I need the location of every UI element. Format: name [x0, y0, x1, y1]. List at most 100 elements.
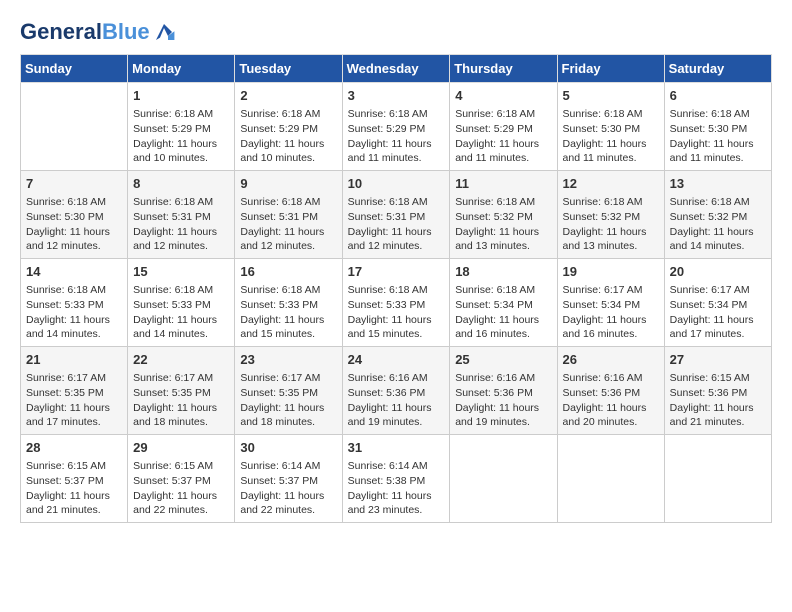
day-number: 15 — [133, 263, 229, 281]
day-info: Sunrise: 6:17 AM Sunset: 5:34 PM Dayligh… — [563, 283, 659, 342]
day-info: Sunrise: 6:18 AM Sunset: 5:33 PM Dayligh… — [240, 283, 336, 342]
logo-icon — [152, 20, 176, 44]
day-info: Sunrise: 6:18 AM Sunset: 5:31 PM Dayligh… — [240, 195, 336, 254]
day-info: Sunrise: 6:18 AM Sunset: 5:29 PM Dayligh… — [455, 107, 551, 166]
day-info: Sunrise: 6:16 AM Sunset: 5:36 PM Dayligh… — [348, 371, 445, 430]
day-number: 8 — [133, 175, 229, 193]
col-header-monday: Monday — [128, 55, 235, 83]
day-number: 21 — [26, 351, 122, 369]
calendar-cell: 4 Sunrise: 6:18 AM Sunset: 5:29 PM Daylig… — [450, 83, 557, 171]
day-info: Sunrise: 6:17 AM Sunset: 5:35 PM Dayligh… — [240, 371, 336, 430]
calendar-cell: 19 Sunrise: 6:17 AM Sunset: 5:34 PM Dayli… — [557, 259, 664, 347]
calendar-cell: 31 Sunrise: 6:14 AM Sunset: 5:38 PM Dayli… — [342, 434, 450, 522]
day-info: Sunrise: 6:18 AM Sunset: 5:33 PM Dayligh… — [26, 283, 122, 342]
day-info: Sunrise: 6:16 AM Sunset: 5:36 PM Dayligh… — [455, 371, 551, 430]
day-number: 16 — [240, 263, 336, 281]
calendar-cell: 9Sunrise: 6:18 AM Sunset: 5:31 PM Daylig… — [235, 171, 342, 259]
logo: GeneralBlue — [20, 20, 176, 44]
day-info: Sunrise: 6:18 AM Sunset: 5:34 PM Dayligh… — [455, 283, 551, 342]
day-number: 1 — [133, 87, 229, 105]
day-info: Sunrise: 6:18 AM Sunset: 5:30 PM Dayligh… — [563, 107, 659, 166]
day-number: 27 — [670, 351, 766, 369]
calendar-cell: 2Sunrise: 6:18 AM Sunset: 5:29 PM Daylig… — [235, 83, 342, 171]
day-number: 11 — [455, 175, 551, 193]
day-number: 2 — [240, 87, 336, 105]
day-info: Sunrise: 6:15 AM Sunset: 5:37 PM Dayligh… — [133, 459, 229, 518]
calendar-week-5: 28 Sunrise: 6:15 AM Sunset: 5:37 PM Dayli… — [21, 434, 772, 522]
calendar-cell — [21, 83, 128, 171]
calendar-cell: 6 Sunrise: 6:18 AM Sunset: 5:30 PM Daylig… — [664, 83, 771, 171]
calendar-cell: 27 Sunrise: 6:15 AM Sunset: 5:36 PM Dayli… — [664, 347, 771, 435]
day-number: 3 — [348, 87, 445, 105]
calendar-cell: 18 Sunrise: 6:18 AM Sunset: 5:34 PM Dayli… — [450, 259, 557, 347]
day-info: Sunrise: 6:17 AM Sunset: 5:34 PM Dayligh… — [670, 283, 766, 342]
day-info: Sunrise: 6:14 AM Sunset: 5:37 PM Dayligh… — [240, 459, 336, 518]
calendar-week-2: 7Sunrise: 6:18 AM Sunset: 5:30 PM Daylig… — [21, 171, 772, 259]
calendar-cell: 21Sunrise: 6:17 AM Sunset: 5:35 PM Dayli… — [21, 347, 128, 435]
calendar-cell — [450, 434, 557, 522]
day-number: 13 — [670, 175, 766, 193]
day-number: 23 — [240, 351, 336, 369]
day-info: Sunrise: 6:16 AM Sunset: 5:36 PM Dayligh… — [563, 371, 659, 430]
day-info: Sunrise: 6:15 AM Sunset: 5:37 PM Dayligh… — [26, 459, 122, 518]
day-info: Sunrise: 6:14 AM Sunset: 5:38 PM Dayligh… — [348, 459, 445, 518]
day-number: 18 — [455, 263, 551, 281]
calendar-cell: 14 Sunrise: 6:18 AM Sunset: 5:33 PM Dayli… — [21, 259, 128, 347]
calendar-cell: 10Sunrise: 6:18 AM Sunset: 5:31 PM Dayli… — [342, 171, 450, 259]
calendar-header-row: SundayMondayTuesdayWednesdayThursdayFrid… — [21, 55, 772, 83]
col-header-thursday: Thursday — [450, 55, 557, 83]
day-info: Sunrise: 6:18 AM Sunset: 5:33 PM Dayligh… — [133, 283, 229, 342]
day-number: 5 — [563, 87, 659, 105]
day-number: 30 — [240, 439, 336, 457]
day-info: Sunrise: 6:17 AM Sunset: 5:35 PM Dayligh… — [133, 371, 229, 430]
calendar-cell: 16 Sunrise: 6:18 AM Sunset: 5:33 PM Dayli… — [235, 259, 342, 347]
day-number: 31 — [348, 439, 445, 457]
calendar-cell: 26 Sunrise: 6:16 AM Sunset: 5:36 PM Dayli… — [557, 347, 664, 435]
day-info: Sunrise: 6:18 AM Sunset: 5:31 PM Dayligh… — [133, 195, 229, 254]
day-number: 25 — [455, 351, 551, 369]
day-number: 6 — [670, 87, 766, 105]
day-number: 7 — [26, 175, 122, 193]
calendar-cell: 15 Sunrise: 6:18 AM Sunset: 5:33 PM Dayli… — [128, 259, 235, 347]
calendar-cell: 29Sunrise: 6:15 AM Sunset: 5:37 PM Dayli… — [128, 434, 235, 522]
calendar-cell — [664, 434, 771, 522]
calendar-week-1: 1 Sunrise: 6:18 AM Sunset: 5:29 PM Daylig… — [21, 83, 772, 171]
calendar-cell: 5 Sunrise: 6:18 AM Sunset: 5:30 PM Daylig… — [557, 83, 664, 171]
day-number: 19 — [563, 263, 659, 281]
calendar-cell: 20 Sunrise: 6:17 AM Sunset: 5:34 PM Dayli… — [664, 259, 771, 347]
day-number: 20 — [670, 263, 766, 281]
page-header: GeneralBlue — [20, 20, 772, 44]
day-number: 17 — [348, 263, 445, 281]
col-header-tuesday: Tuesday — [235, 55, 342, 83]
day-number: 28 — [26, 439, 122, 457]
col-header-saturday: Saturday — [664, 55, 771, 83]
col-header-wednesday: Wednesday — [342, 55, 450, 83]
day-info: Sunrise: 6:15 AM Sunset: 5:36 PM Dayligh… — [670, 371, 766, 430]
calendar-cell: 22 Sunrise: 6:17 AM Sunset: 5:35 PM Dayli… — [128, 347, 235, 435]
day-number: 26 — [563, 351, 659, 369]
col-header-friday: Friday — [557, 55, 664, 83]
day-info: Sunrise: 6:18 AM Sunset: 5:29 PM Dayligh… — [133, 107, 229, 166]
day-number: 14 — [26, 263, 122, 281]
day-number: 12 — [563, 175, 659, 193]
calendar-cell: 7Sunrise: 6:18 AM Sunset: 5:30 PM Daylig… — [21, 171, 128, 259]
calendar-table: SundayMondayTuesdayWednesdayThursdayFrid… — [20, 54, 772, 523]
calendar-cell: 11 Sunrise: 6:18 AM Sunset: 5:32 PM Dayli… — [450, 171, 557, 259]
day-info: Sunrise: 6:18 AM Sunset: 5:32 PM Dayligh… — [455, 195, 551, 254]
day-info: Sunrise: 6:18 AM Sunset: 5:32 PM Dayligh… — [563, 195, 659, 254]
calendar-cell: 23 Sunrise: 6:17 AM Sunset: 5:35 PM Dayli… — [235, 347, 342, 435]
calendar-week-3: 14 Sunrise: 6:18 AM Sunset: 5:33 PM Dayli… — [21, 259, 772, 347]
day-info: Sunrise: 6:18 AM Sunset: 5:31 PM Dayligh… — [348, 195, 445, 254]
calendar-cell: 24 Sunrise: 6:16 AM Sunset: 5:36 PM Dayli… — [342, 347, 450, 435]
day-info: Sunrise: 6:18 AM Sunset: 5:33 PM Dayligh… — [348, 283, 445, 342]
day-info: Sunrise: 6:18 AM Sunset: 5:30 PM Dayligh… — [670, 107, 766, 166]
calendar-week-4: 21 Sunrise: 6:17 AM Sunset: 5:35 PM Dayli… — [21, 347, 772, 435]
calendar-cell: 1 Sunrise: 6:18 AM Sunset: 5:29 PM Daylig… — [128, 83, 235, 171]
day-number: 4 — [455, 87, 551, 105]
day-info: Sunrise: 6:18 AM Sunset: 5:32 PM Dayligh… — [670, 195, 766, 254]
col-header-sunday: Sunday — [21, 55, 128, 83]
calendar-cell: 28 Sunrise: 6:15 AM Sunset: 5:37 PM Dayli… — [21, 434, 128, 522]
calendar-cell — [557, 434, 664, 522]
day-number: 24 — [348, 351, 445, 369]
day-number: 22 — [133, 351, 229, 369]
